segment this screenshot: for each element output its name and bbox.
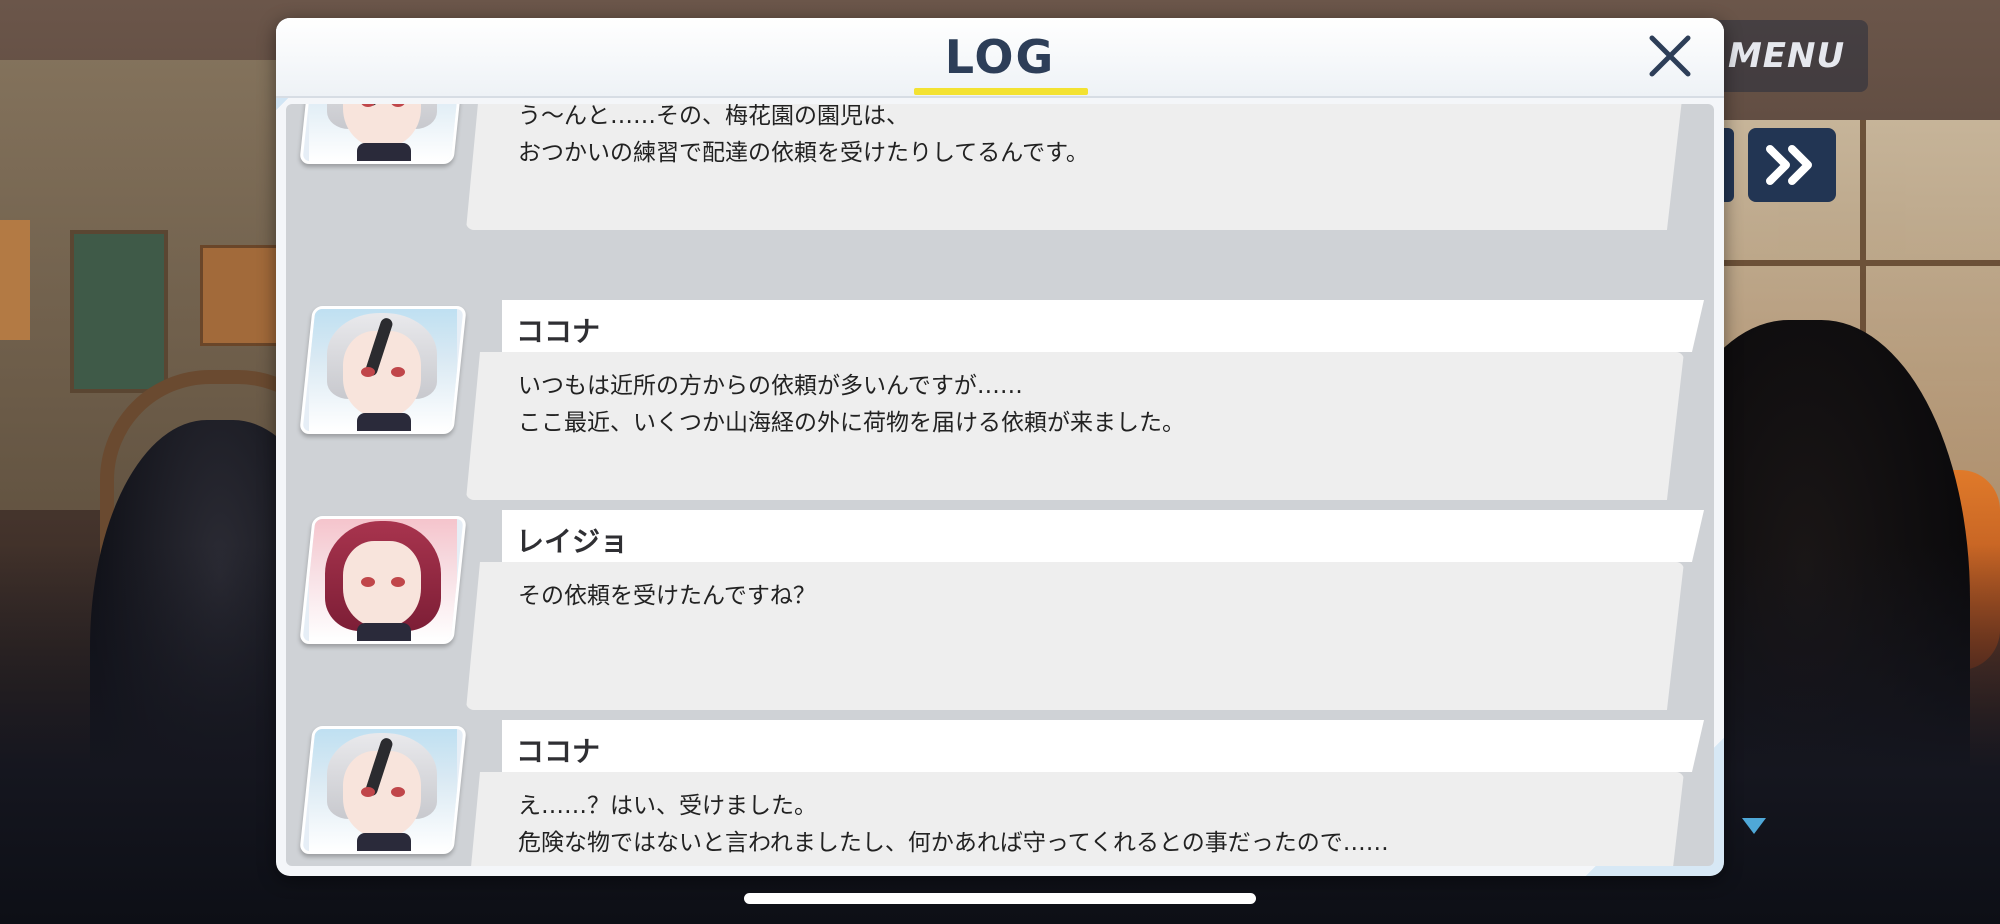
double-chevron-right-icon (1766, 145, 1812, 185)
log-title: LOG (944, 30, 1056, 84)
log-list[interactable]: う〜んと……その、梅花園の園児は、 おつかいの練習で配達の依頼を受けたりしてるん… (286, 104, 1714, 866)
close-icon (1649, 35, 1691, 77)
dialogue-line: その依頼を受けたんですね？ (518, 583, 816, 609)
bulletin-board (70, 230, 168, 393)
dialogue-line: ここ最近、いくつか山海経の外に荷物を届ける依頼が来ました。 (518, 410, 1185, 436)
speaker-avatar (299, 104, 467, 164)
speaker-avatar (299, 516, 467, 644)
log-panel: LOG う〜んと……その、梅花園の園児は、 おつかいの練習で配達の依頼を受けたり… (276, 18, 1724, 876)
speaker-name-bar (502, 300, 1704, 352)
log-header: LOG (276, 18, 1724, 98)
dialogue-line: え……？はい、受けました。 (518, 793, 817, 819)
speaker-avatar (299, 306, 467, 434)
speaker-name: ココナ (516, 735, 601, 768)
log-entry: ココナ いつもは近所の方からの依頼が多いんですが…… ここ最近、いくつか山海経の… (286, 300, 1714, 500)
scroll-down-indicator (1742, 818, 1766, 834)
speaker-name: レイジョ (516, 525, 629, 558)
dialogue-line: いつもは近所の方からの依頼が多いんですが…… (518, 373, 1023, 399)
close-button[interactable] (1642, 28, 1698, 84)
wall-poster (200, 245, 281, 346)
wall-poster (0, 220, 30, 340)
speaker-name-bar (502, 510, 1704, 562)
speaker-name: ココナ (516, 315, 601, 348)
speaker-name-bar (502, 720, 1704, 772)
kokona-portrait (309, 729, 457, 851)
home-indicator[interactable] (744, 893, 1256, 904)
log-entry: ココナ え……？はい、受けました。 危険な物ではないと言われましたし、何かあれば… (286, 720, 1714, 866)
log-entry: レイジョ その依頼を受けたんですね？ (286, 510, 1714, 710)
menu-button[interactable]: MENU (1705, 20, 1868, 92)
dialogue-line: おつかいの練習で配達の依頼を受けたりしてるんです。 (518, 140, 1089, 166)
log-entry: う〜んと……その、梅花園の園児は、 おつかいの練習で配達の依頼を受けたりしてるん… (286, 104, 1714, 230)
dialogue-line: う〜んと……その、梅花園の園児は、 (518, 104, 909, 129)
dialogue-line: 危険な物ではないと言われましたし、何かあれば守ってくれるとの事だったので…… (518, 830, 1389, 856)
title-underline (914, 88, 1088, 95)
kokona-portrait (309, 104, 457, 161)
speaker-avatar (299, 726, 467, 854)
reijo-portrait (309, 519, 457, 641)
fast-forward-button[interactable] (1748, 128, 1836, 202)
kokona-portrait (309, 309, 457, 431)
